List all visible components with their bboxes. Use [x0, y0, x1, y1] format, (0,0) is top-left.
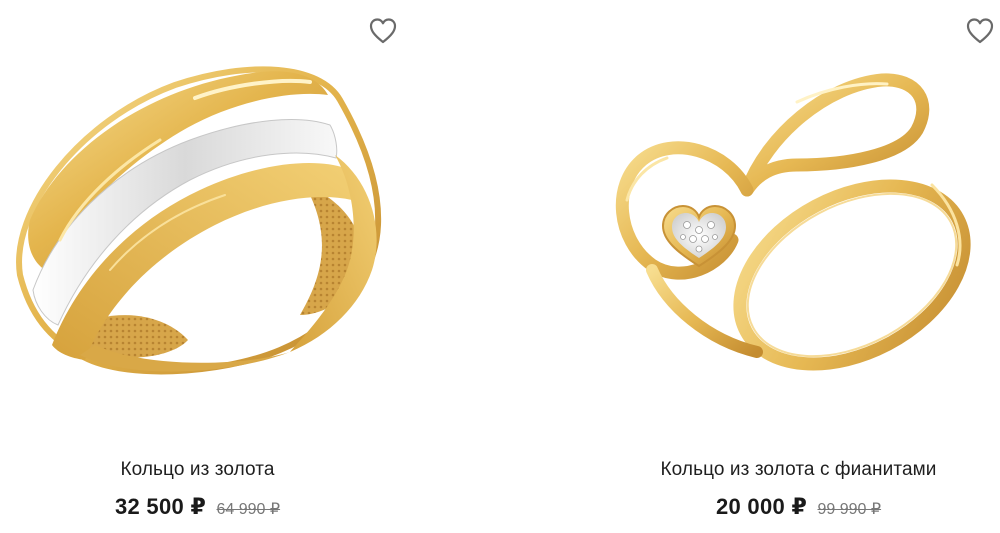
price-block: 20 000 ₽ 99 990 ₽: [597, 494, 1000, 520]
product-title[interactable]: Кольцо из золота с фианитами: [597, 459, 1000, 481]
old-price: 64 990 ₽: [216, 501, 281, 518]
product-card[interactable]: Кольцо из золота 32 500 ₽ 64 990 ₽: [0, 0, 397, 533]
product-card[interactable]: Кольцо из золота с фианитами 20 000 ₽ 99…: [597, 0, 1000, 533]
current-price: 20 000 ₽: [715, 494, 808, 519]
price-block: 32 500 ₽ 64 990 ₽: [0, 494, 395, 520]
ring-image[interactable]: [0, 40, 395, 385]
old-price: 99 990 ₽: [817, 501, 882, 518]
product-grid: Кольцо из золота 32 500 ₽ 64 990 ₽ Кольц…: [0, 0, 1000, 533]
ring-image[interactable]: [597, 40, 1000, 395]
product-title[interactable]: Кольцо из золота: [0, 459, 395, 481]
current-price: 32 500 ₽: [114, 494, 207, 519]
